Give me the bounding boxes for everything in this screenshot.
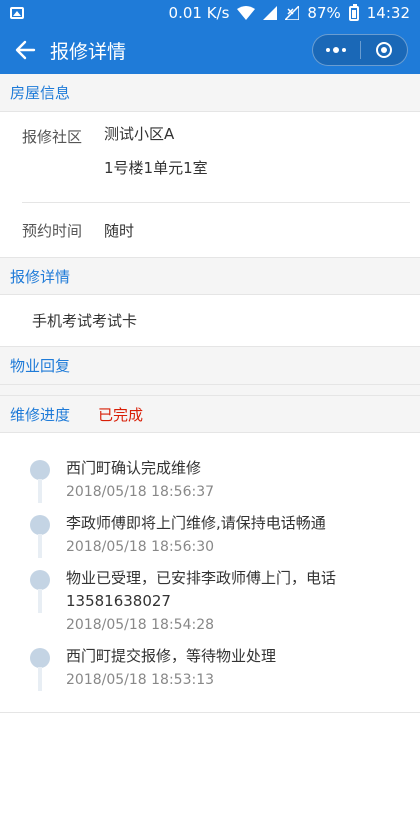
- section-header-repair: 报修详情: [0, 257, 420, 295]
- timeline-dot-icon: [30, 515, 50, 535]
- status-badge: 已完成: [98, 405, 144, 424]
- section-title: 报修详情: [10, 267, 71, 286]
- timeline-item: 李政师傅即将上门维修,请保持电话畅通 2018/05/18 18:56:30: [0, 512, 420, 558]
- nav-bar: 报修详情: [0, 26, 420, 74]
- section-header-house: 房屋信息: [0, 74, 420, 112]
- progress-timeline: 西门町确认完成维修 2018/05/18 18:56:37 李政师傅即将上门维修…: [0, 433, 420, 713]
- section-title: 物业回复: [10, 357, 71, 375]
- image-notification-icon: [10, 7, 24, 19]
- timeline-time: 2018/05/18 18:54:28: [66, 617, 215, 633]
- section-header-reply: 物业回复: [0, 347, 420, 385]
- network-speed: 0.01 K/s: [168, 4, 230, 22]
- back-button[interactable]: [0, 26, 50, 74]
- status-bar: 0.01 K/s 87% 14:32: [0, 0, 420, 26]
- community-row: 报修社区 测试小区A 1号楼1单元1室: [22, 112, 410, 184]
- more-dots-icon: [326, 47, 347, 53]
- battery-icon: [348, 3, 359, 21]
- wifi-icon: [237, 6, 256, 20]
- section-title: 维修进度: [10, 405, 71, 424]
- more-button[interactable]: [313, 35, 360, 65]
- appointment-value: 随时: [104, 221, 135, 240]
- timeline-time: 2018/05/18 18:56:30: [66, 539, 215, 555]
- timeline-item: 西门町确认完成维修 2018/05/18 18:56:37: [0, 457, 420, 503]
- arrow-left-icon: [15, 40, 36, 60]
- appointment-label: 预约时间: [22, 221, 83, 240]
- signal-icon: [263, 6, 278, 20]
- clock: 14:32: [366, 4, 410, 22]
- section-header-progress: 维修进度 已完成: [0, 395, 420, 433]
- timeline-time: 2018/05/18 18:53:13: [66, 672, 215, 688]
- timeline-dot-icon: [30, 570, 50, 590]
- repair-content: 手机考试考试卡: [0, 295, 420, 347]
- community-value: 测试小区A: [104, 125, 175, 143]
- timeline-item: 西门町提交报修，等待物业处理 2018/05/18 18:53:13: [0, 645, 420, 691]
- battery-percent: 87%: [307, 4, 341, 22]
- no-sim-signal-icon: [285, 6, 300, 20]
- section-title: 房屋信息: [10, 84, 71, 102]
- timeline-item: 物业已受理，已安排李政师傅上门，电话13581638027 2018/05/18…: [0, 567, 420, 633]
- spacer: [0, 385, 420, 395]
- target-circle-icon: [375, 42, 392, 58]
- timeline-text: 西门町提交报修，等待物业处理: [66, 647, 277, 665]
- address-value: 1号楼1单元1室: [104, 159, 208, 177]
- timeline-time: 2018/05/18 18:56:37: [66, 484, 215, 500]
- timeline-dot-icon: [30, 460, 50, 480]
- timeline-text: 李政师傅即将上门维修,请保持电话畅通: [66, 514, 326, 532]
- timeline-text: 西门町确认完成维修: [66, 459, 202, 477]
- miniprogram-capsule: [312, 34, 408, 66]
- appointment-row: 预约时间 随时: [22, 203, 410, 257]
- timeline-dot-icon: [30, 648, 50, 668]
- community-label: 报修社区: [22, 128, 83, 146]
- house-info: 报修社区 测试小区A 1号楼1单元1室 预约时间 随时: [0, 112, 420, 257]
- page-title: 报修详情: [50, 40, 127, 63]
- timeline-text: 物业已受理，已安排李政师傅上门，电话13581638027: [66, 569, 337, 610]
- close-miniprogram-button[interactable]: [361, 35, 408, 65]
